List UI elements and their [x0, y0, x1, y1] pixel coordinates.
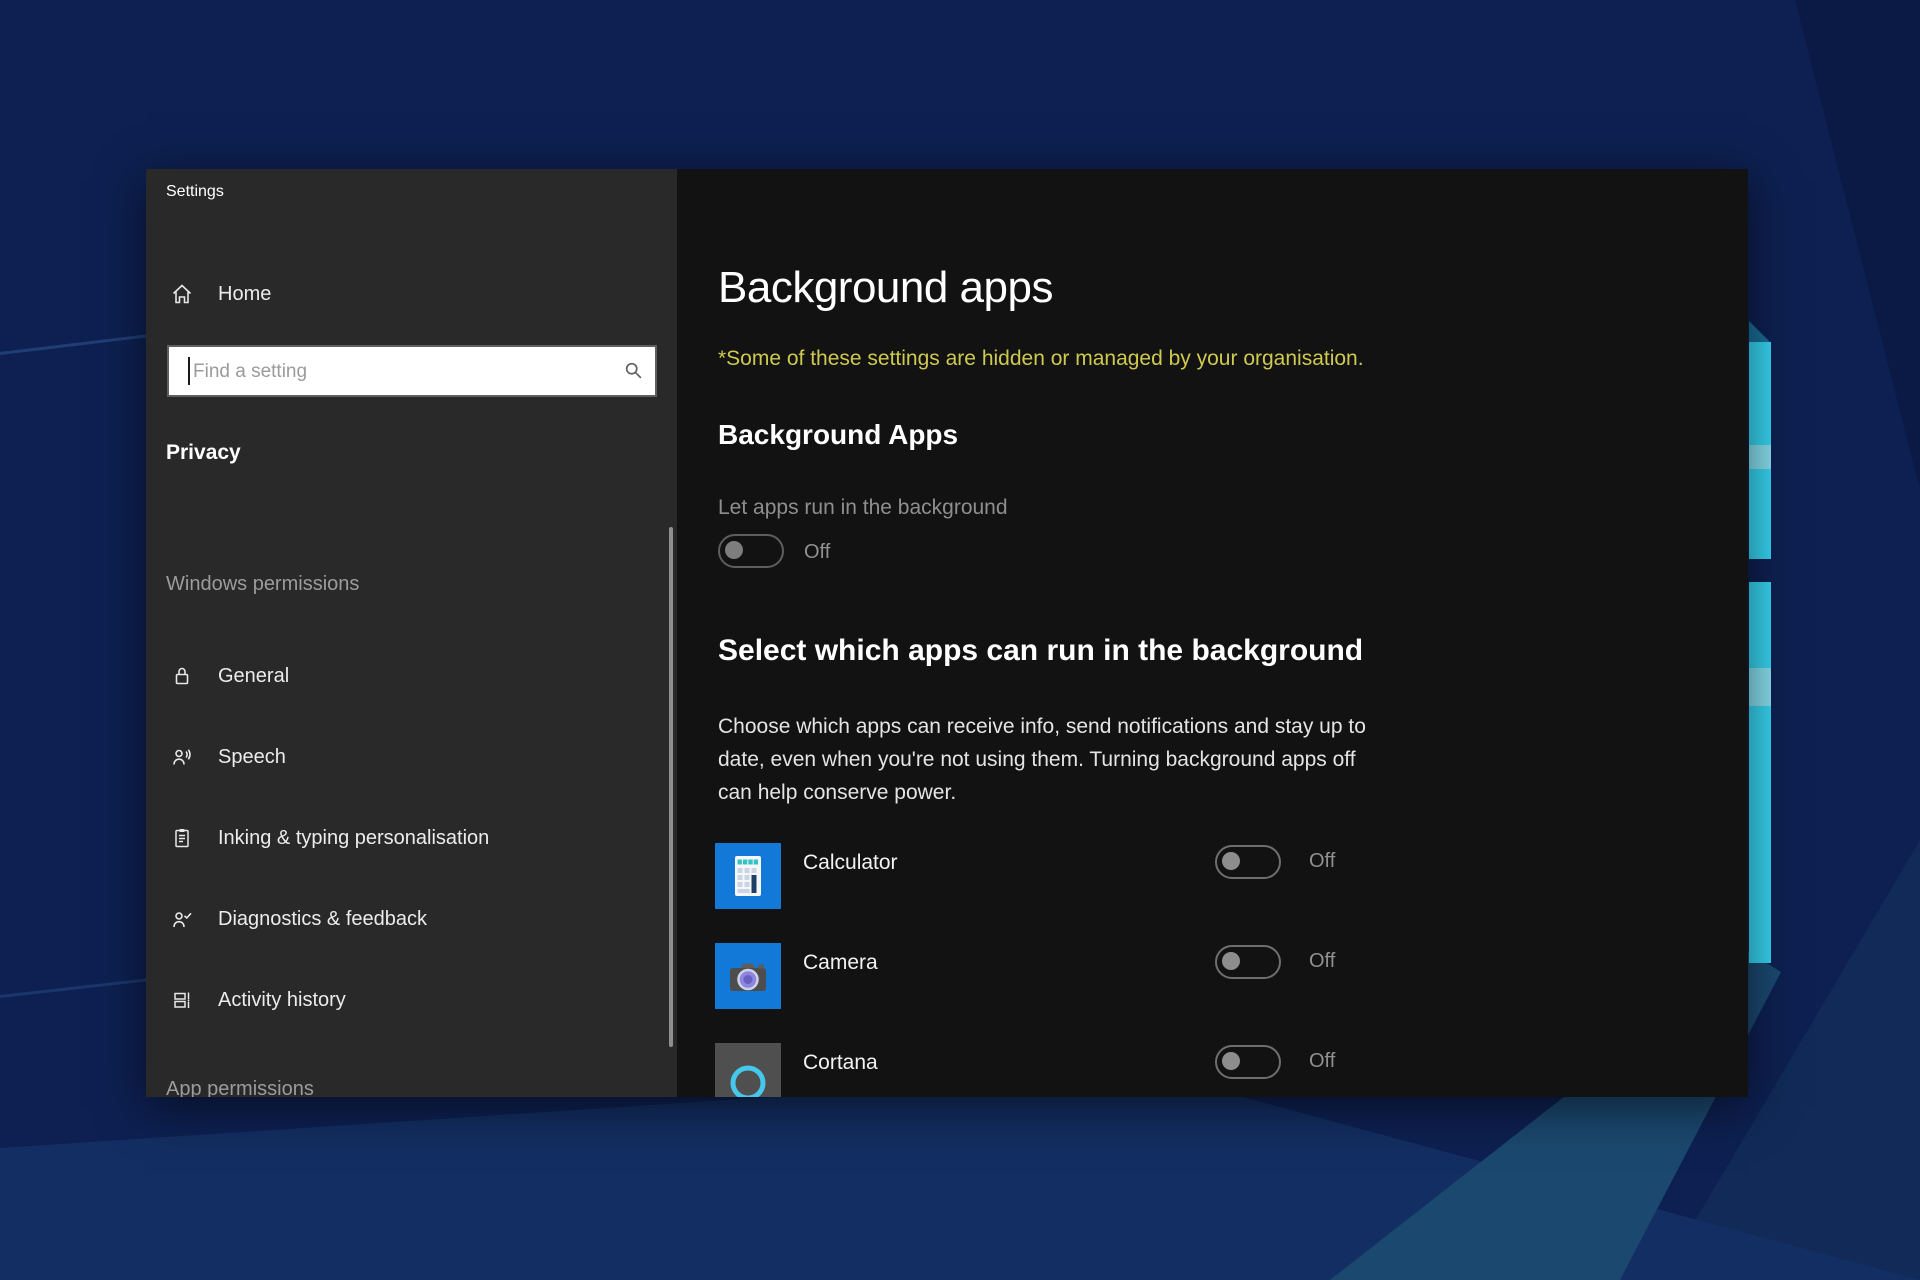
app-toggle-state: Off: [1309, 950, 1336, 972]
main-content: Background apps *Some of these settings …: [677, 169, 1748, 1097]
sidebar-item-label: General: [218, 665, 290, 687]
camera-app-icon: [715, 943, 781, 1009]
sidebar: Settings Home Priv: [146, 169, 677, 1097]
speech-icon: [170, 745, 194, 769]
sidebar-item-label: Activity history: [218, 989, 346, 1011]
desktop: Settings Home Priv: [0, 0, 1920, 1280]
toggle-knob: [1222, 952, 1240, 970]
wallpaper-cyan-bar: [1749, 582, 1771, 963]
master-toggle-state: Off: [804, 541, 831, 563]
select-apps-heading: Select which apps can run in the backgro…: [718, 634, 1364, 667]
app-toggle-state: Off: [1309, 850, 1336, 872]
let-apps-run-toggle[interactable]: [718, 534, 784, 568]
toggle-knob: [1222, 852, 1240, 870]
app-name: Cortana: [803, 1051, 878, 1074]
select-apps-description: Choose which apps can receive info, send…: [718, 715, 1366, 804]
calculator-background-toggle[interactable]: [1215, 845, 1281, 879]
search-icon[interactable]: [623, 360, 645, 382]
calculator-app-icon: [715, 843, 781, 909]
sidebar-scrollbar[interactable]: [669, 527, 673, 1047]
wallpaper-cyan-cap: [1749, 321, 1771, 343]
camera-background-toggle[interactable]: [1215, 945, 1281, 979]
app-row-camera: Camera Off: [677, 943, 1748, 1043]
search-box: [167, 345, 657, 397]
search-input[interactable]: [191, 347, 595, 397]
organisation-notice: *Some of these settings are hidden or ma…: [718, 347, 1364, 370]
wallpaper-cyan-bar: [1749, 342, 1771, 559]
sidebar-item-activity-history[interactable]: Activity history: [146, 980, 677, 1020]
text-caret: [188, 357, 190, 385]
sidebar-item-inking-typing[interactable]: Inking & typing personalisation: [146, 818, 677, 858]
sidebar-item-home[interactable]: Home: [146, 274, 677, 314]
activity-icon: [170, 988, 194, 1012]
app-name: Calculator: [803, 851, 898, 874]
app-row-cortana: Cortana Off: [677, 1043, 1748, 1097]
background-apps-group-heading: Background Apps: [718, 419, 959, 450]
clipboard-icon: [170, 826, 194, 850]
cortana-background-toggle[interactable]: [1215, 1045, 1281, 1079]
section-header-windows-permissions: Windows permissions: [166, 573, 360, 595]
sidebar-item-label: Diagnostics & feedback: [218, 908, 428, 930]
sidebar-item-label: Inking & typing personalisation: [218, 827, 490, 849]
sidebar-item-diagnostics-feedback[interactable]: Diagnostics & feedback: [146, 899, 677, 939]
window-title: Settings: [166, 183, 224, 200]
app-toggle-state: Off: [1309, 1050, 1336, 1072]
lock-icon: [170, 664, 194, 688]
sidebar-item-label: Home: [218, 283, 272, 305]
sidebar-item-general[interactable]: General: [146, 656, 677, 696]
category-title: Privacy: [166, 441, 241, 464]
app-row-calculator: Calculator Off: [677, 843, 1748, 943]
app-name: Camera: [803, 951, 878, 974]
toggle-knob: [1222, 1052, 1240, 1070]
settings-window: Settings Home Priv: [146, 169, 1748, 1097]
section-header-app-permissions: App permissions: [166, 1078, 314, 1097]
sidebar-item-speech[interactable]: Speech: [146, 737, 677, 777]
toggle-knob: [725, 541, 743, 559]
cortana-app-icon: [715, 1043, 781, 1097]
master-toggle-label: Let apps run in the background: [718, 496, 1008, 519]
page-title: Background apps: [718, 263, 1053, 312]
home-icon: [170, 282, 194, 306]
person-feedback-icon: [170, 907, 194, 931]
sidebar-item-label: Speech: [218, 746, 286, 768]
